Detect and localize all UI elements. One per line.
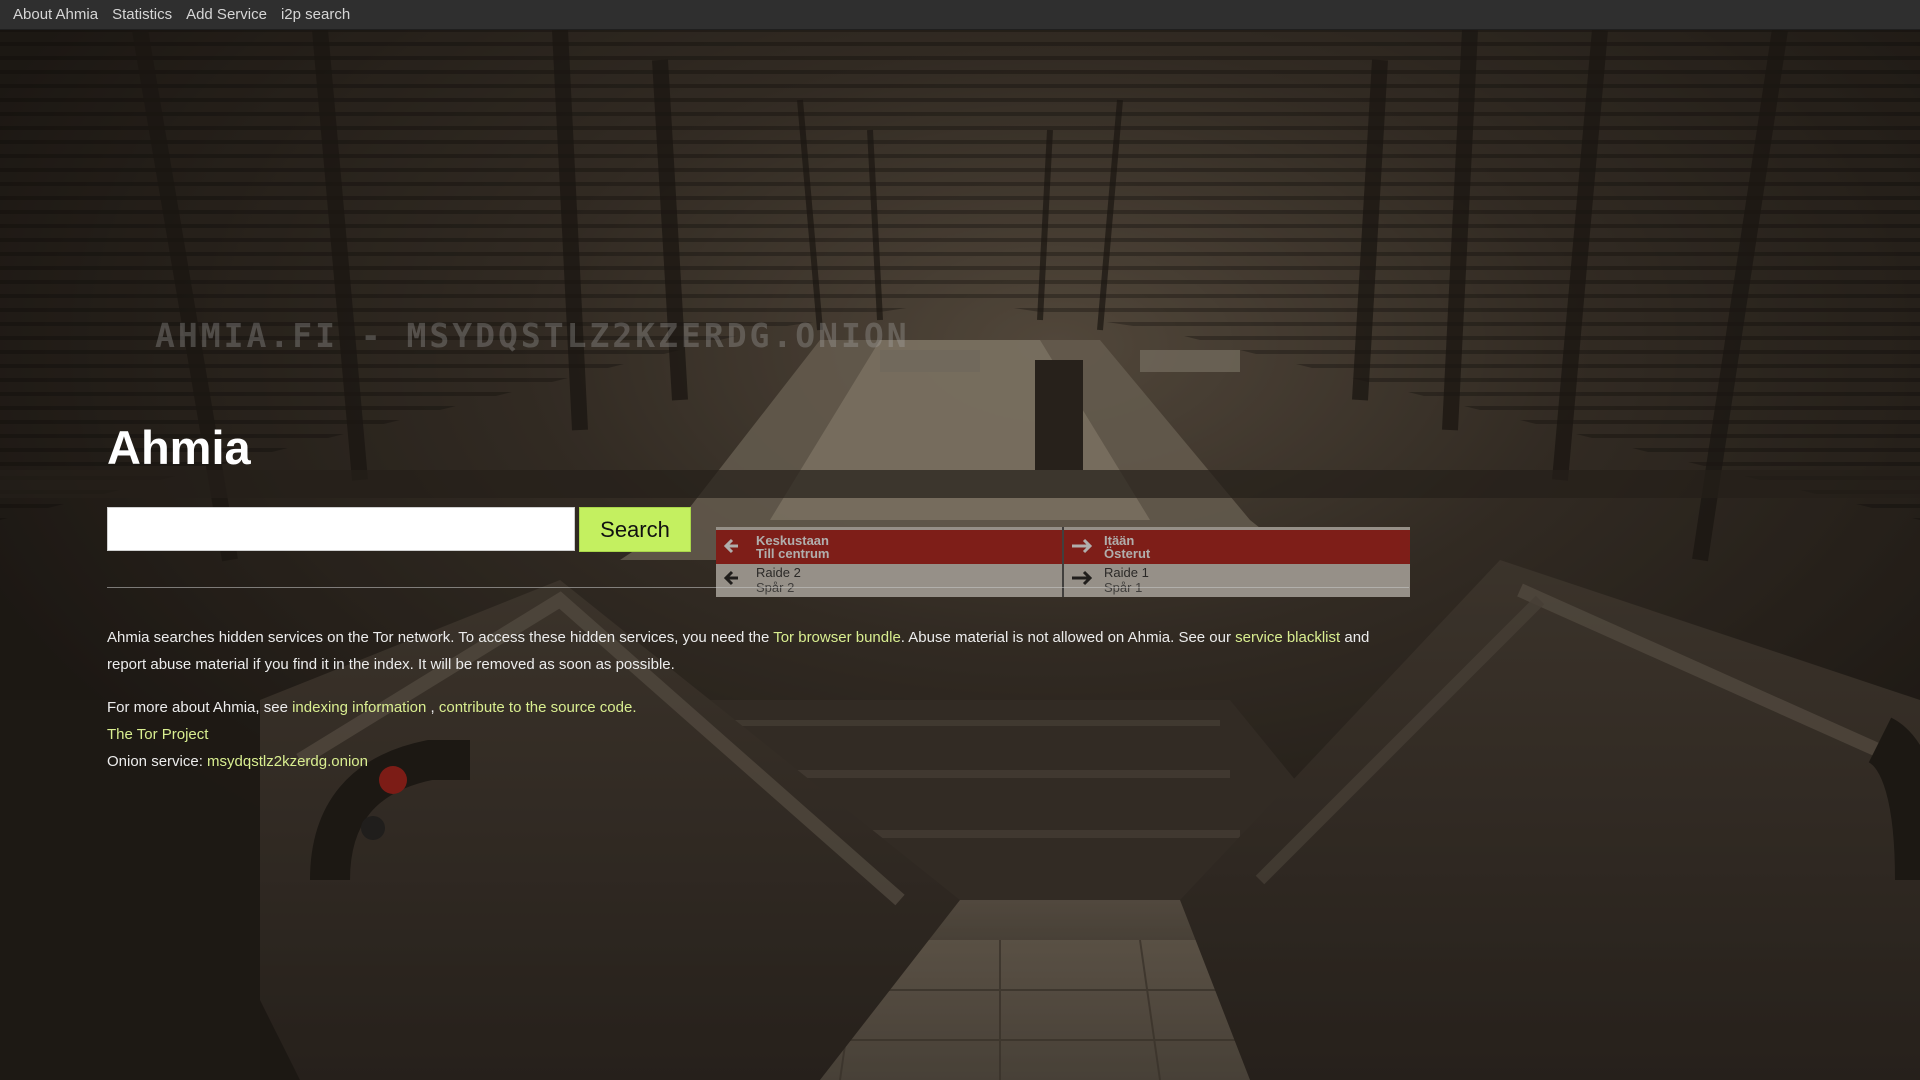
search-button[interactable]: Search xyxy=(579,507,691,552)
info-text: , xyxy=(426,699,439,716)
info-text: For more about Ahmia, see xyxy=(107,699,293,716)
info-text: Ahmia searches hidden services on the To… xyxy=(107,629,774,646)
info-paragraph-2: For more about Ahmia, see indexing infor… xyxy=(107,694,1407,775)
service-blacklist-link[interactable]: service blacklist xyxy=(1235,629,1340,646)
onion-service-link[interactable]: msydqstlz2kzerdg.onion xyxy=(207,753,368,770)
nav-about-ahmia[interactable]: About Ahmia xyxy=(13,0,98,29)
tor-project-line: The Tor Project xyxy=(107,721,1407,748)
onion-service-line: Onion service: msydqstlz2kzerdg.onion xyxy=(107,748,1407,775)
more-about-line: For more about Ahmia, see indexing infor… xyxy=(107,694,1407,721)
tor-project-link[interactable]: The Tor Project xyxy=(107,726,208,743)
nav-i2p-search[interactable]: i2p search xyxy=(281,0,350,29)
nav-statistics[interactable]: Statistics xyxy=(112,0,172,29)
search-input[interactable] xyxy=(107,507,575,551)
nav-add-service[interactable]: Add Service xyxy=(186,0,267,29)
info-section: Ahmia searches hidden services on the To… xyxy=(107,624,1407,791)
search-form: Search xyxy=(107,507,691,552)
indexing-information-link[interactable]: indexing information xyxy=(292,699,426,716)
page-title: Ahmia xyxy=(107,421,251,474)
info-paragraph-1: Ahmia searches hidden services on the To… xyxy=(107,624,1407,678)
top-nav: About Ahmia Statistics Add Service i2p s… xyxy=(0,0,1920,30)
onion-label: Onion service: xyxy=(107,753,208,770)
divider xyxy=(107,587,1409,588)
tor-browser-bundle-link[interactable]: Tor browser bundle xyxy=(773,629,901,646)
watermark: AHMIA.FI - MSYDQSTLZ2KZERDG.ONION xyxy=(155,316,910,355)
source-code-link[interactable]: contribute to the source code. xyxy=(439,699,637,716)
info-text: . Abuse material is not allowed on Ahmia… xyxy=(900,629,1236,646)
